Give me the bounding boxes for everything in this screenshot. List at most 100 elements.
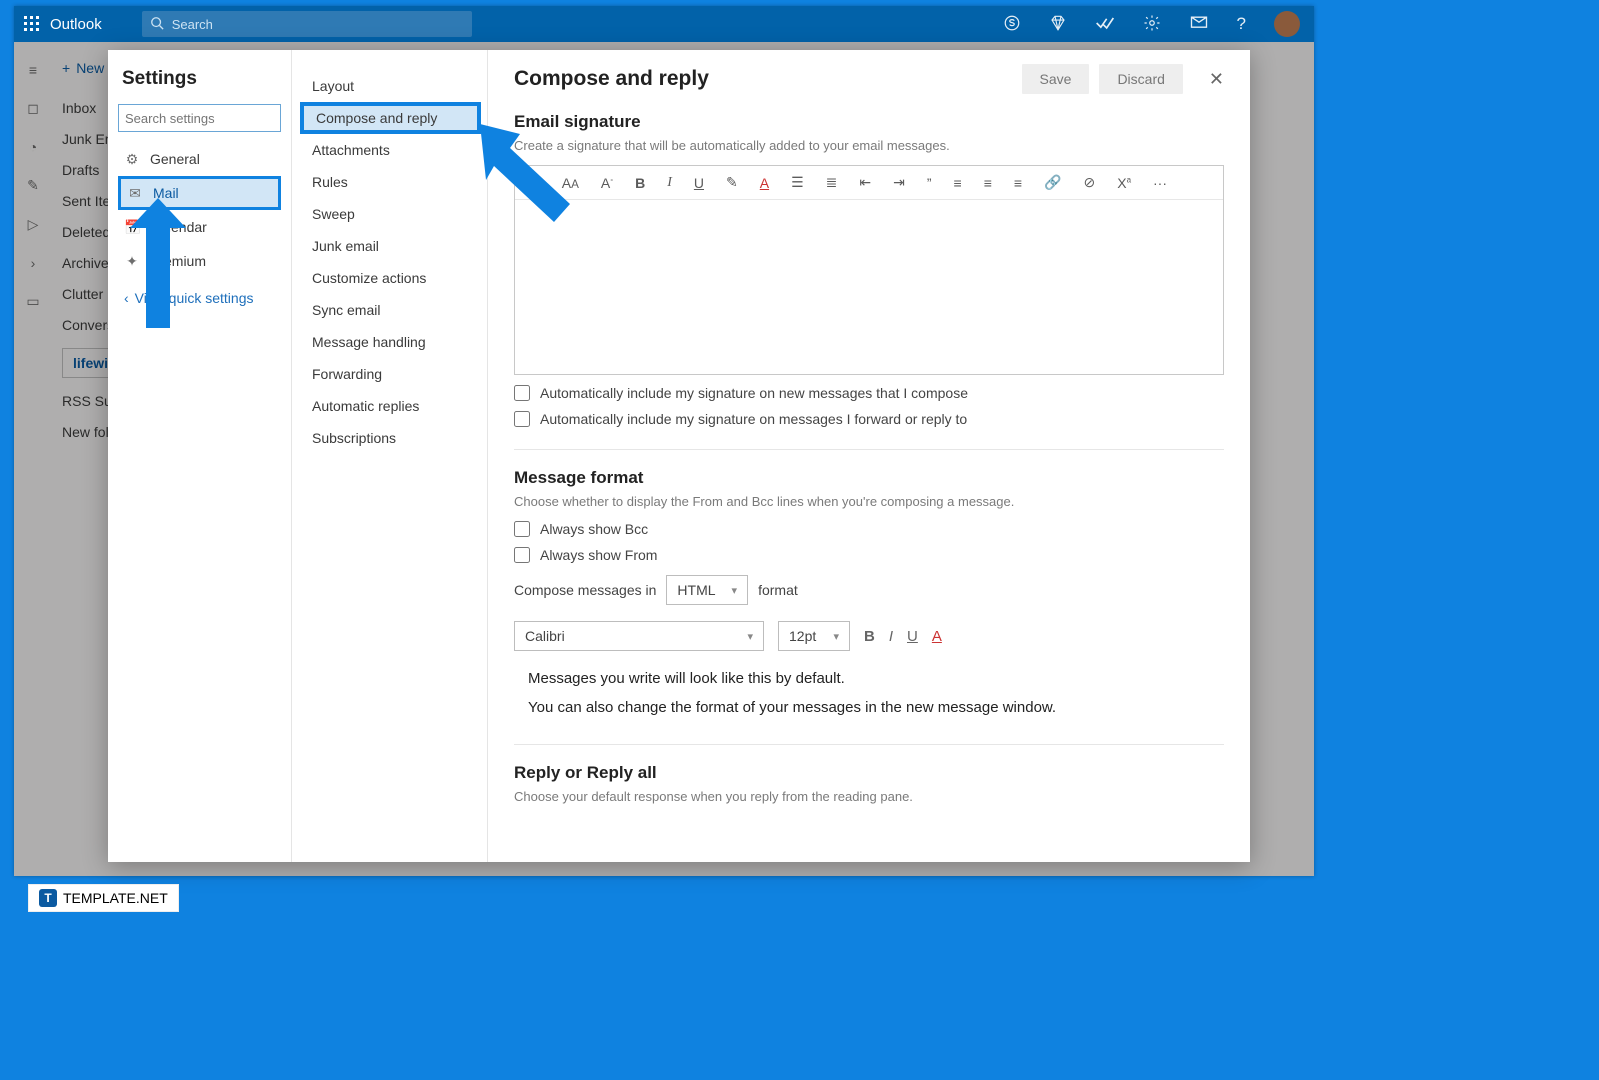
include-sig-new-checkbox[interactable]: Automatically include my signature on ne… (514, 385, 1224, 401)
subnav-item[interactable]: Compose and reply (300, 102, 481, 134)
help-icon[interactable]: ? (1237, 14, 1246, 34)
divider (514, 744, 1224, 745)
search-input[interactable] (172, 17, 464, 32)
save-button[interactable]: Save (1022, 64, 1090, 94)
settings-category-list: ⚙ General ✉Mail 📅 Calendar ✦Premium (118, 142, 281, 278)
bold-button[interactable]: B (635, 175, 645, 191)
settings-category-item[interactable]: 📅 Calendar (118, 210, 281, 244)
italic-button[interactable]: I (667, 175, 672, 191)
notifications-icon[interactable] (1189, 14, 1209, 35)
quick-settings-label: View quick settings (135, 290, 254, 306)
app-launcher-icon[interactable] (14, 6, 50, 42)
unlink-icon[interactable]: ⊘ (1083, 174, 1095, 191)
checkbox-input[interactable] (514, 547, 530, 563)
align-left-icon[interactable]: ≡ (954, 175, 962, 191)
font-color-icon[interactable]: A (760, 175, 769, 191)
subnav-item[interactable]: Sync email (300, 294, 481, 326)
category-icon: ⚙ (124, 151, 140, 168)
subnav-item[interactable]: Sweep (300, 198, 481, 230)
format-heading: Message format (514, 468, 1224, 488)
font-size-icon[interactable]: A◦ (601, 175, 613, 191)
category-icon: 📅 (124, 219, 140, 236)
signature-editor[interactable]: ◢ AA A◦ B I U ✎ A ☰ ≣ ⇤ ⇥ ” ≡ ≡ (514, 165, 1224, 375)
checkbox-label: Always show From (540, 547, 657, 563)
skype-icon[interactable] (1003, 14, 1021, 35)
font-size-value: 12pt (789, 628, 816, 644)
numbering-icon[interactable]: ≣ (826, 174, 838, 191)
checkbox-label: Automatically include my signature on ne… (540, 385, 968, 401)
bold-button[interactable]: B (864, 628, 875, 645)
search-icon (150, 16, 164, 33)
more-icon[interactable]: ··· (1153, 175, 1167, 191)
outdent-icon[interactable]: ⇤ (859, 174, 871, 191)
checkbox-label: Automatically include my signature on me… (540, 411, 967, 427)
watermark: T TEMPLATE.NET (28, 884, 179, 912)
subnav-item[interactable]: Automatic replies (300, 390, 481, 422)
checkmark-icon[interactable] (1095, 14, 1115, 35)
subnav-item[interactable]: Layout (300, 70, 481, 102)
gear-icon[interactable] (1143, 14, 1161, 35)
discard-button[interactable]: Discard (1099, 64, 1182, 94)
message-format-section: Message format Choose whether to display… (514, 468, 1224, 722)
chevron-down-icon: ▾ (747, 630, 753, 643)
settings-category-item[interactable]: ✉Mail (118, 176, 281, 210)
settings-subnav: LayoutCompose and replyAttachmentsRulesS… (292, 50, 488, 862)
global-search[interactable] (142, 11, 472, 37)
align-right-icon[interactable]: ≡ (1014, 175, 1022, 191)
quick-settings-link[interactable]: ‹ View quick settings (118, 284, 281, 312)
avatar[interactable] (1274, 11, 1300, 37)
indent-icon[interactable]: ⇥ (893, 174, 905, 191)
reply-heading: Reply or Reply all (514, 763, 1224, 783)
compose-format-select[interactable]: HTML ▾ (666, 575, 748, 605)
signature-desc: Create a signature that will be automati… (514, 138, 1224, 153)
subnav-item[interactable]: Message handling (300, 326, 481, 358)
font-family-icon[interactable]: AA (562, 175, 579, 191)
show-from-checkbox[interactable]: Always show From (514, 547, 1224, 563)
category-icon: ✉ (127, 185, 143, 202)
chevron-down-icon: ▾ (732, 584, 738, 597)
link-icon[interactable]: 🔗 (1044, 174, 1061, 191)
bullets-icon[interactable]: ☰ (791, 174, 804, 191)
category-icon: ✦ (124, 253, 140, 270)
settings-content: Compose and reply Save Discard ✕ Email s… (488, 50, 1250, 862)
paint-icon[interactable]: ◢ (529, 174, 540, 191)
category-label: General (150, 151, 200, 167)
diamond-icon[interactable] (1049, 14, 1067, 35)
align-center-icon[interactable]: ≡ (984, 175, 992, 191)
subnav-item[interactable]: Customize actions (300, 262, 481, 294)
checkbox-input[interactable] (514, 521, 530, 537)
checkbox-label: Always show Bcc (540, 521, 648, 537)
compose-format-value: HTML (677, 582, 715, 598)
font-color-button[interactable]: A (932, 628, 942, 645)
signature-heading: Email signature (514, 112, 1224, 132)
underline-button[interactable]: U (907, 628, 918, 645)
italic-button[interactable]: I (889, 628, 893, 645)
checkbox-input[interactable] (514, 385, 530, 401)
editor-toolbar: ◢ AA A◦ B I U ✎ A ☰ ≣ ⇤ ⇥ ” ≡ ≡ (515, 166, 1223, 200)
subnav-item[interactable]: Subscriptions (300, 422, 481, 454)
show-bcc-checkbox[interactable]: Always show Bcc (514, 521, 1224, 537)
chevron-down-icon: ▾ (833, 630, 839, 643)
quote-icon[interactable]: ” (927, 175, 932, 191)
topbar: Outlook ? (14, 6, 1314, 42)
subnav-item[interactable]: Rules (300, 166, 481, 198)
brand-label: Outlook (50, 16, 142, 33)
category-label: Calendar (150, 219, 207, 235)
font-size-select[interactable]: 12pt ▾ (778, 621, 850, 651)
highlight-icon[interactable]: ✎ (726, 174, 738, 191)
subnav-item[interactable]: Attachments (300, 134, 481, 166)
subnav-item[interactable]: Forwarding (300, 358, 481, 390)
settings-category-item[interactable]: ⚙ General (118, 142, 281, 176)
font-family-value: Calibri (525, 628, 565, 644)
underline-button[interactable]: U (694, 175, 704, 191)
clear-format-icon[interactable]: Xa (1117, 175, 1131, 191)
subnav-item[interactable]: Junk email (300, 230, 481, 262)
close-icon[interactable]: ✕ (1209, 69, 1224, 90)
font-family-select[interactable]: Calibri ▾ (514, 621, 764, 651)
signature-section: Email signature Create a signature that … (514, 112, 1224, 427)
include-sig-reply-checkbox[interactable]: Automatically include my signature on me… (514, 411, 1224, 427)
format-preview: Messages you write will look like this b… (514, 665, 1224, 722)
settings-search-input[interactable] (118, 104, 281, 132)
checkbox-input[interactable] (514, 411, 530, 427)
settings-category-item[interactable]: ✦Premium (118, 244, 281, 278)
